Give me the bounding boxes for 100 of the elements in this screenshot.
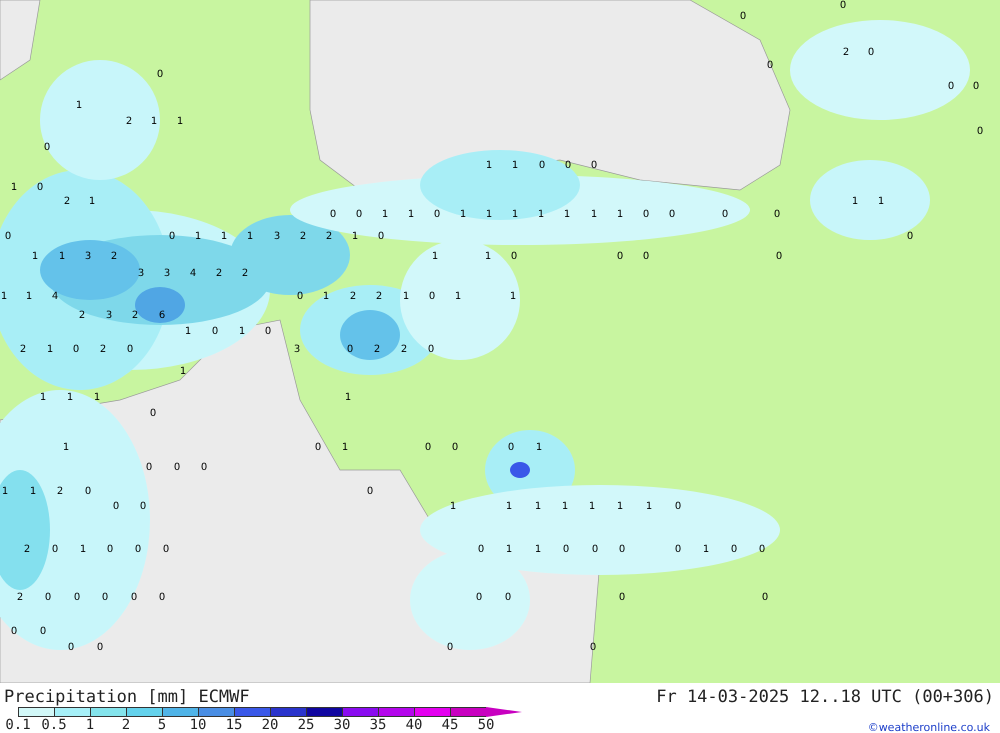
value-label: 1 xyxy=(30,486,36,497)
legend-label: 5 xyxy=(156,717,168,733)
value-label: 1 xyxy=(10,182,18,193)
value-label: 4 xyxy=(52,291,58,302)
credit-text: ©weatheronline.co.uk xyxy=(868,721,990,733)
value-label: 0 xyxy=(168,231,176,242)
value-label: 1 xyxy=(342,442,348,453)
value-label: 1 xyxy=(510,291,516,302)
value-label: 1 xyxy=(408,209,414,220)
value-label: 2 xyxy=(374,344,380,355)
value-label: 0 xyxy=(618,544,626,555)
value-label: 1 xyxy=(2,486,8,497)
value-label: 3 xyxy=(84,251,92,262)
value-label: 1 xyxy=(66,392,74,403)
value-label: 0 xyxy=(434,209,440,220)
value-label: 2 xyxy=(24,544,30,555)
value-label: 2 xyxy=(132,310,138,321)
value-label: 1 xyxy=(322,291,330,302)
value-label: 1 xyxy=(512,209,518,220)
value-label: 6 xyxy=(158,310,166,321)
value-label: 0 xyxy=(428,344,434,355)
value-label: 2 xyxy=(16,592,24,603)
value-label: 2 xyxy=(350,291,356,302)
value-label: 0 xyxy=(424,442,432,453)
value-label: 0 xyxy=(504,592,512,603)
legend-label: 50 xyxy=(476,717,496,733)
value-label: 0 xyxy=(200,462,208,473)
value-label: 1 xyxy=(150,116,158,127)
value-label: 2 xyxy=(20,344,26,355)
value-label: 0 xyxy=(130,592,138,603)
value-label: 1 xyxy=(460,209,466,220)
value-label: 2 xyxy=(64,196,70,207)
value-label: 0 xyxy=(346,344,354,355)
value-label: 0 xyxy=(722,209,728,220)
value-label: 0 xyxy=(592,544,598,555)
value-label: 1 xyxy=(88,196,96,207)
value-label: 1 xyxy=(486,209,492,220)
value-label: 0 xyxy=(948,81,954,92)
legend-label: 0.1 xyxy=(4,717,32,733)
value-label: 0 xyxy=(668,209,676,220)
value-label: 0 xyxy=(174,462,180,473)
value-label: 0 xyxy=(140,501,146,512)
value-label: 0 xyxy=(642,209,650,220)
value-label: 1 xyxy=(512,160,518,171)
value-label: 0 xyxy=(10,626,18,637)
legend-label: 0.5 xyxy=(40,717,68,733)
value-label: 1 xyxy=(432,251,438,262)
value-label: 1 xyxy=(0,291,8,302)
value-label: 0 xyxy=(758,544,766,555)
value-label: 1 xyxy=(180,366,186,377)
legend-label: 40 xyxy=(404,717,424,733)
value-label: 2 xyxy=(110,251,118,262)
value-label: 0 xyxy=(378,231,384,242)
value-label: 1 xyxy=(646,501,652,512)
value-label: 0 xyxy=(840,0,846,11)
value-label: 0 xyxy=(102,592,108,603)
value-label: 0 xyxy=(616,251,624,262)
value-label: 1 xyxy=(94,392,100,403)
value-label: 1 xyxy=(486,160,492,171)
value-label: 1 xyxy=(176,116,184,127)
value-label: 0 xyxy=(146,462,152,473)
value-label: 1 xyxy=(344,392,352,403)
value-label: 0 xyxy=(618,592,626,603)
value-label: 0 xyxy=(740,11,746,22)
value-label: 1 xyxy=(402,291,410,302)
value-label: 1 xyxy=(76,100,82,111)
value-label: 0 xyxy=(330,209,336,220)
value-label: 1 xyxy=(46,344,54,355)
value-label: 0 xyxy=(730,544,738,555)
value-label: 1 xyxy=(616,209,624,220)
value-label: 0 xyxy=(112,501,120,512)
value-label: 2 xyxy=(100,344,106,355)
legend-label: 25 xyxy=(296,717,316,733)
value-label: 0 xyxy=(452,442,458,453)
value-label: 3 xyxy=(164,268,170,279)
value-label: 0 xyxy=(296,291,304,302)
map-title: Precipitation [mm] ECMWF xyxy=(4,687,250,707)
value-label: 3 xyxy=(106,310,112,321)
value-label: 0 xyxy=(106,544,114,555)
value-label: 0 xyxy=(68,642,74,653)
value-label: 2 xyxy=(242,268,248,279)
value-label: 2 xyxy=(78,310,86,321)
value-label: 1 xyxy=(352,231,358,242)
value-label: 0 xyxy=(158,592,166,603)
value-label: 0 xyxy=(776,251,782,262)
value-label: 1 xyxy=(878,196,884,207)
value-label: 0 xyxy=(40,626,46,637)
value-label: 0 xyxy=(562,544,570,555)
value-label: 1 xyxy=(450,501,456,512)
value-label: 1 xyxy=(538,209,544,220)
value-label: 0 xyxy=(642,251,650,262)
legend-label: 30 xyxy=(332,717,352,733)
value-label: 0 xyxy=(74,592,80,603)
value-label: 1 xyxy=(702,544,710,555)
value-label: 1 xyxy=(590,209,598,220)
value-label: 0 xyxy=(36,182,44,193)
value-label: 0 xyxy=(162,544,170,555)
legend-label: 45 xyxy=(440,717,460,733)
value-label: 0 xyxy=(478,544,484,555)
value-label: 1 xyxy=(238,326,246,337)
